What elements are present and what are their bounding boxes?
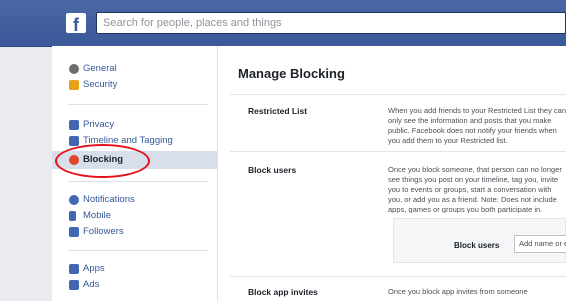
block-app-invites-title: Block app invites [248,287,318,297]
search-input[interactable]: Search for people, places and things [96,12,566,34]
sidebar-divider [68,181,208,182]
globe-icon [69,195,79,205]
divider [230,151,566,152]
timeline-icon [69,136,79,146]
mobile-icon [69,211,76,221]
sidebar-divider [68,250,208,251]
block-users-label: Block users [454,241,500,250]
divider [230,276,566,277]
top-bar: f Search for people, places and things [0,0,566,47]
sidebar-divider [68,104,208,105]
sidebar-item-label: Security [83,79,118,90]
settings-page: General Security Privacy Timeline and Ta… [52,46,566,301]
main-content: Manage Blocking Restricted List When you… [218,46,566,301]
divider [230,94,566,95]
block-users-panel: Block users Add name or email [393,218,566,263]
block-users-description: Once you block someone, that person can … [388,165,562,213]
restricted-list-title[interactable]: Restricted List [248,106,307,116]
settings-sidebar: General Security Privacy Timeline and Ta… [52,46,218,301]
restricted-list-description: When you add friends to your Restricted … [388,106,566,145]
apps-icon [69,264,79,274]
lock-icon [69,80,79,90]
highlight-circle [55,144,150,178]
sidebar-item-security[interactable]: Security [52,76,217,94]
ads-icon [69,280,79,290]
block-app-invites-description: Once you block app invites from someone [388,287,528,296]
block-users-input[interactable]: Add name or email [514,235,566,253]
block-users-title: Block users [248,165,297,175]
sidebar-item-followers[interactable]: Followers [52,223,217,241]
gear-icon [69,64,79,74]
page-title: Manage Blocking [238,66,345,81]
sidebar-item-label: Ads [83,279,100,290]
followers-icon [69,227,79,237]
privacy-icon [69,120,79,130]
sidebar-item-label: Followers [83,226,124,237]
sidebar-item-ads[interactable]: Ads [52,276,217,294]
facebook-logo-icon[interactable]: f [66,13,86,33]
